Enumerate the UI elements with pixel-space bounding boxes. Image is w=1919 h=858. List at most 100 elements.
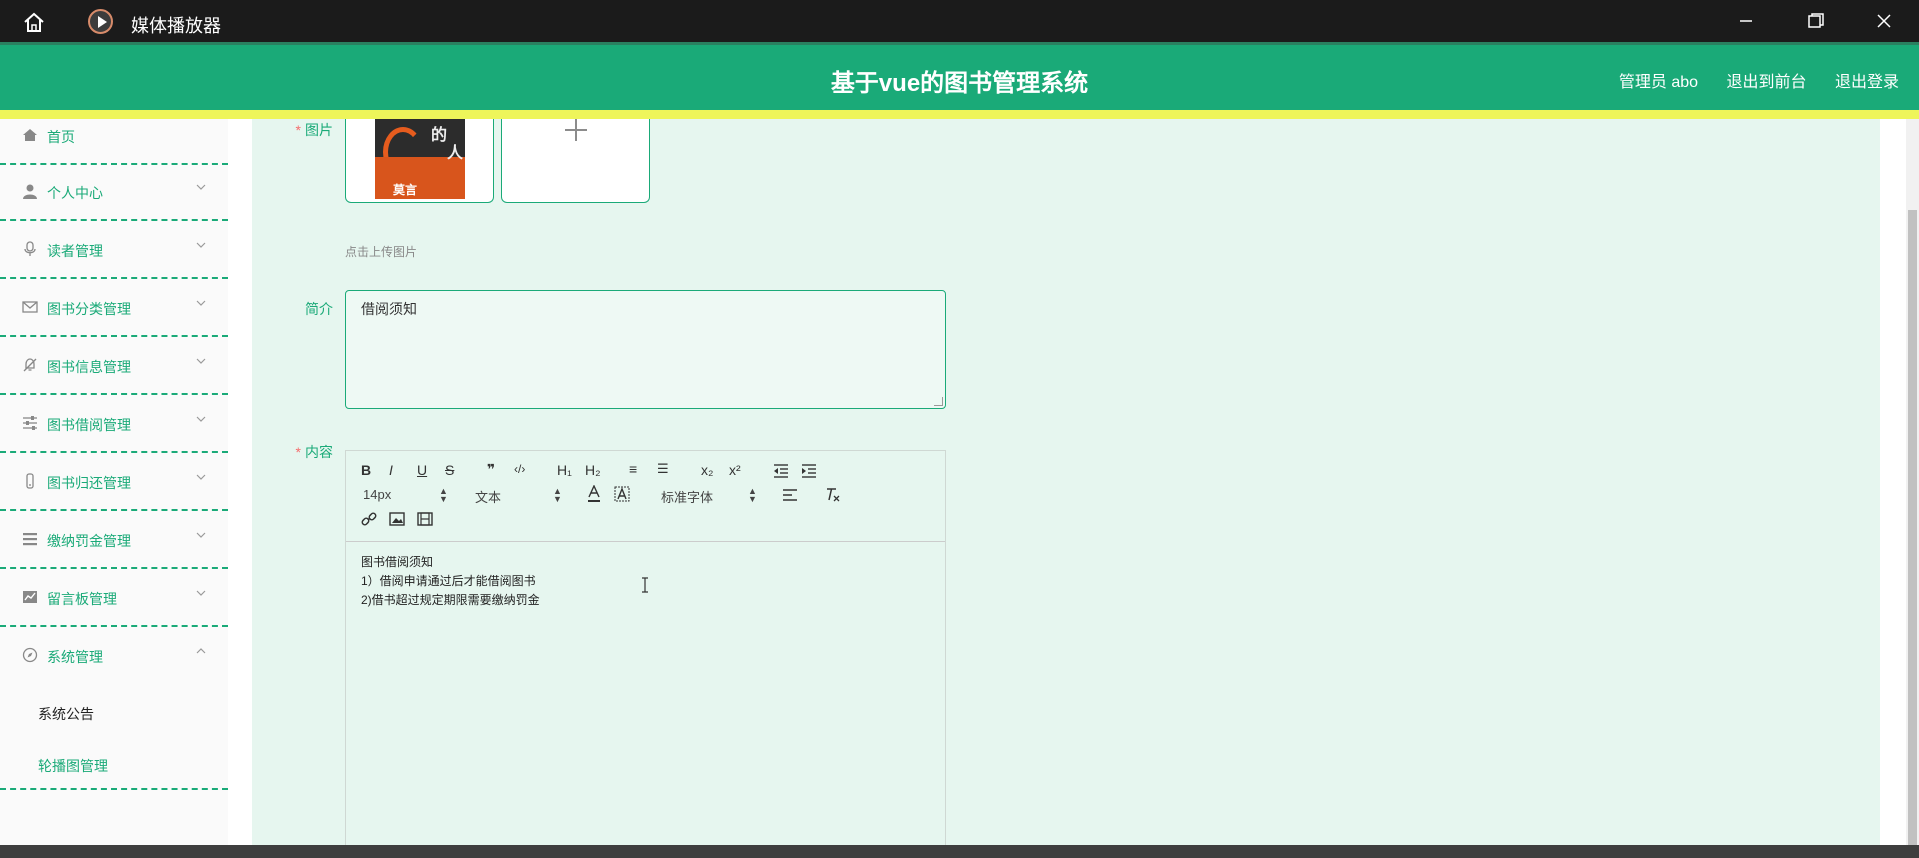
back-to-front-link[interactable]: 退出到前台 xyxy=(1727,74,1807,91)
sidebar-item-book-info[interactable]: 图书信息管理 xyxy=(0,339,228,395)
h2-button[interactable]: H₂ xyxy=(585,462,601,478)
sidebar-item-label: 首页 xyxy=(47,129,75,145)
background-color-icon[interactable] xyxy=(614,485,630,503)
book-cover-image: 的 人 莫言 xyxy=(375,119,465,199)
restore-icon[interactable] xyxy=(1803,10,1827,32)
upload-image-button[interactable] xyxy=(501,119,650,203)
chevron-down-icon xyxy=(196,532,206,538)
sidebar-item-label: 图书分类管理 xyxy=(47,301,131,317)
select-caret-icon: ▲ ▼ xyxy=(553,486,562,504)
code-block-button[interactable]: ‹/› xyxy=(514,462,525,476)
sidebar-item-book-category[interactable]: 图书分类管理 xyxy=(0,281,228,337)
chevron-up-icon xyxy=(196,648,206,654)
underline-button[interactable]: U xyxy=(417,462,427,478)
intro-value: 借阅须知 xyxy=(361,301,417,317)
intro-textarea[interactable]: 借阅须知 xyxy=(345,290,946,409)
sidebar: 首页 个人中心 读者管理 图书分类管理 图书信息管理 图书借阅管理 图书归还管理… xyxy=(0,119,228,845)
sidebar-item-messages[interactable]: 留言板管理 xyxy=(0,571,228,627)
chevron-down-icon xyxy=(196,416,206,422)
sidebar-item-label: 图书归还管理 xyxy=(47,475,131,491)
image-icon[interactable] xyxy=(389,512,405,526)
blockquote-button[interactable]: ❞ xyxy=(487,461,495,478)
text-cursor-icon xyxy=(642,577,648,593)
editor-content[interactable]: 图书借阅须知 1）借阅申请通过后才能借阅图书 2)借书超过规定期限需要缴纳罚金 xyxy=(361,553,540,610)
sidebar-item-borrow[interactable]: 图书借阅管理 xyxy=(0,397,228,453)
chevron-down-icon xyxy=(196,300,206,306)
user-icon xyxy=(23,184,37,199)
font-color-icon[interactable] xyxy=(586,485,602,503)
uploaded-image-thumbnail[interactable]: 的 人 莫言 xyxy=(345,119,494,203)
chevron-down-icon xyxy=(196,474,206,480)
rich-text-editor[interactable]: B I U S ❞ ‹/› H₁ H₂ ≡ ☰ x₂ x² 14px ▲ ▼ 文本… xyxy=(345,450,946,850)
intro-field-label: 简介 xyxy=(305,301,333,317)
resize-handle[interactable] xyxy=(934,397,943,406)
bottom-bar xyxy=(0,845,1919,858)
italic-button[interactable]: I xyxy=(389,462,393,478)
image-field-label: * 图片 xyxy=(295,122,333,138)
header-links: 管理员 abo 退出到前台 退出登录 xyxy=(1595,68,1899,92)
app-header: 基于vue的图书管理系统 管理员 abo 退出到前台 退出登录 xyxy=(0,42,1919,110)
editor-toolbar: B I U S ❞ ‹/› H₁ H₂ ≡ ☰ x₂ x² 14px ▲ ▼ 文本… xyxy=(346,451,945,542)
submenu-item-announcement[interactable]: 系统公告 xyxy=(38,704,94,724)
home-icon[interactable] xyxy=(22,11,46,33)
submenu-item-carousel[interactable]: 轮播图管理 xyxy=(38,756,108,776)
window-titlebar: 媒体播放器 xyxy=(0,0,1919,42)
sidebar-item-label: 缴纳罚金管理 xyxy=(47,533,131,549)
ordered-list-button[interactable]: ≡ xyxy=(629,461,637,477)
editor-line: 1）借阅申请通过后才能借阅图书 xyxy=(361,574,536,588)
select-caret-icon: ▲ ▼ xyxy=(748,486,757,504)
compass-icon xyxy=(22,647,38,663)
chart-icon xyxy=(23,591,37,603)
scrollbar-thumb[interactable] xyxy=(1908,210,1917,845)
app-title: 媒体播放器 xyxy=(131,16,221,36)
select-caret-icon: ▲ ▼ xyxy=(439,486,448,504)
superscript-button[interactable]: x² xyxy=(729,462,741,478)
logout-link[interactable]: 退出登录 xyxy=(1835,74,1899,91)
chevron-down-icon xyxy=(196,358,206,364)
editor-line: 图书借阅须知 xyxy=(361,555,434,569)
font-family-select[interactable]: 标准字体 ▲ ▼ xyxy=(661,486,757,506)
strike-button[interactable]: S xyxy=(445,462,454,478)
video-icon[interactable] xyxy=(417,512,433,526)
required-mark: * xyxy=(295,122,301,138)
font-size-select[interactable]: 14px ▲ ▼ xyxy=(363,486,449,504)
sidebar-item-return[interactable]: 图书归还管理 xyxy=(0,455,228,511)
close-icon[interactable] xyxy=(1872,10,1896,32)
header-select[interactable]: 文本 ▲ ▼ xyxy=(475,486,562,506)
outdent-icon[interactable] xyxy=(773,464,789,478)
sidebar-item-home[interactable]: 首页 xyxy=(0,115,228,165)
content-field-label: * 内容 xyxy=(295,444,333,460)
sidebar-item-readers[interactable]: 读者管理 xyxy=(0,223,228,279)
bell-off-icon xyxy=(23,358,37,372)
media-player-icon xyxy=(88,9,113,34)
align-icon[interactable] xyxy=(782,488,798,502)
chevron-down-icon xyxy=(196,590,206,596)
upload-tip: 点击上传图片 xyxy=(345,245,418,259)
sliders-icon xyxy=(23,416,37,430)
sidebar-item-fines[interactable]: 缴纳罚金管理 xyxy=(0,513,228,569)
chevron-down-icon xyxy=(196,242,206,248)
bullet-list-button[interactable]: ☰ xyxy=(657,461,669,477)
sidebar-item-label: 个人中心 xyxy=(47,185,103,201)
admin-user-label[interactable]: 管理员 abo xyxy=(1619,74,1698,91)
list-icon xyxy=(23,533,37,546)
sidebar-divider xyxy=(0,788,228,790)
chevron-down-icon xyxy=(196,184,206,190)
header-accent-strip xyxy=(0,110,1919,119)
microphone-icon xyxy=(24,241,36,256)
sidebar-item-label: 图书信息管理 xyxy=(47,359,131,375)
clear-format-icon[interactable] xyxy=(825,487,841,503)
sidebar-item-label: 图书借阅管理 xyxy=(47,417,131,433)
sidebar-item-label: 系统管理 xyxy=(47,649,103,665)
minimize-icon[interactable] xyxy=(1734,10,1758,32)
sidebar-item-system[interactable]: 系统管理 xyxy=(0,629,228,685)
envelope-icon xyxy=(22,301,38,313)
h1-button[interactable]: H₁ xyxy=(557,462,572,478)
indent-icon[interactable] xyxy=(801,464,817,478)
subscript-button[interactable]: x₂ xyxy=(701,462,713,478)
phone-icon xyxy=(26,473,34,489)
editor-line: 2)借书超过规定期限需要缴纳罚金 xyxy=(361,593,540,607)
bold-button[interactable]: B xyxy=(361,462,371,478)
link-icon[interactable] xyxy=(361,511,377,527)
sidebar-item-profile[interactable]: 个人中心 xyxy=(0,165,228,221)
